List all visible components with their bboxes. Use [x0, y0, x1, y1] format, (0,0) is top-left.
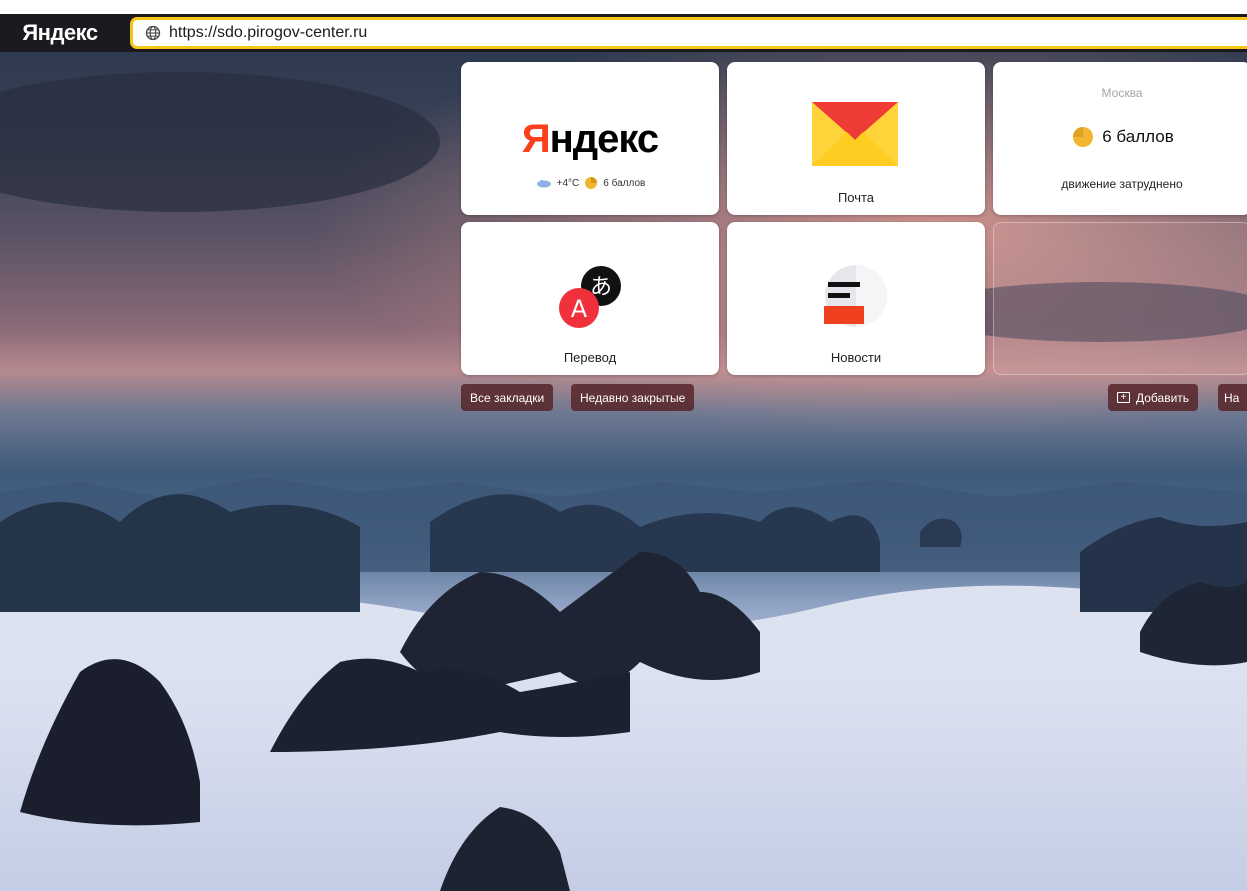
address-bar[interactable]: https://sdo.pirogov-center.ru: [130, 17, 1247, 49]
weather-temp: +4°C: [556, 177, 580, 189]
browser-window: Яндекс https://sdo.pirogov-center.ru Янд…: [0, 0, 1247, 891]
traffic-jam-icon: [585, 177, 598, 189]
top-bar: Яндекс https://sdo.pirogov-center.ru: [0, 0, 1247, 52]
yandex-logo-rest: ндекс: [549, 117, 660, 161]
tile-yandex[interactable]: Яндекс +4°C 6 баллов: [461, 62, 719, 215]
traffic-status: движение затруднено: [1061, 177, 1183, 191]
tile-mail[interactable]: Почта: [727, 62, 985, 215]
traffic-jam-icon: [1073, 127, 1094, 147]
tile-traffic[interactable]: Москва 6 баллов движение затруднено: [993, 62, 1247, 215]
cloud-icon: [536, 179, 551, 187]
traffic-score: 6 баллов: [1102, 127, 1174, 146]
svg-text:A: A: [571, 295, 588, 323]
tile-translate-label: Перевод: [563, 350, 617, 365]
tile-news[interactable]: Новости: [727, 222, 985, 375]
tile-mail-label: Почта: [837, 190, 875, 205]
globe-icon: [145, 25, 161, 41]
yandex-tile-info: +4°C 6 баллов: [461, 176, 719, 190]
address-url[interactable]: https://sdo.pirogov-center.ru: [169, 24, 367, 42]
yandex-logo-letter: Я: [521, 117, 551, 161]
yandex-logo: Яндекс: [461, 117, 719, 162]
plus-box-icon: +: [1117, 392, 1130, 403]
envelope-icon: [812, 102, 898, 166]
settings-button-truncated[interactable]: На: [1218, 384, 1247, 411]
add-tile-button[interactable]: + Добавить: [1108, 384, 1199, 411]
traffic-score-small: 6 баллов: [603, 177, 646, 189]
add-tile-label: Добавить: [1136, 390, 1190, 405]
translate-icon: あ A: [559, 266, 621, 328]
tile-empty-slot[interactable]: [993, 222, 1247, 375]
traffic-score-row: 6 баллов: [993, 126, 1247, 148]
all-bookmarks-button[interactable]: Все закладки: [461, 384, 554, 411]
news-icon: [824, 265, 887, 327]
recently-closed-button[interactable]: Недавно закрытые: [571, 384, 695, 411]
tile-translate[interactable]: あ A Перевод: [461, 222, 719, 375]
browser-brand-logo[interactable]: Яндекс: [0, 14, 120, 52]
tile-news-label: Новости: [830, 350, 882, 365]
traffic-city: Москва: [1101, 86, 1143, 100]
